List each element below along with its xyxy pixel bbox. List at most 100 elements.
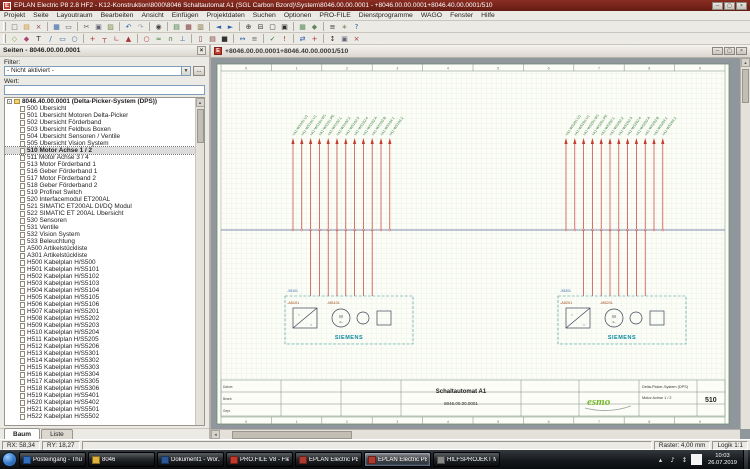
save-icon[interactable]: ▦ (51, 21, 62, 32)
tree-item[interactable]: H505 Kabelplan H/S5105 (5, 294, 195, 301)
shield-icon[interactable]: ∩ (165, 33, 176, 44)
graphic-rect-icon[interactable]: ▭ (57, 33, 68, 44)
menu-item[interactable]: Suchen (249, 11, 280, 20)
tree-item[interactable]: 513 Motor Förderband 1 (5, 161, 195, 168)
next-page-icon[interactable]: ► (225, 21, 236, 32)
canvas-vscrollbar[interactable]: ▲ (740, 58, 750, 429)
zoom-window-icon[interactable]: ▢ (267, 21, 278, 32)
tree-item[interactable]: 530 Sensoren (5, 217, 195, 224)
layer-icon[interactable]: ≡ (249, 33, 260, 44)
tree-item[interactable]: H507 Kabelplan H/S5201 (5, 308, 195, 315)
menu-item[interactable]: Dienstprogramme (355, 11, 417, 20)
grid-icon[interactable]: ▦ (297, 21, 308, 32)
tree-item[interactable]: H509 Kabelplan H/S5203 (5, 322, 195, 329)
tree-item[interactable]: H503 Kabelplan H/S5103 (5, 280, 195, 287)
taskbar-button-thunderbird[interactable]: Posteingang - Thu... (19, 452, 86, 467)
tree-item[interactable]: H508 Kabelplan H/S5202 (5, 315, 195, 322)
tree-item[interactable]: H512 Kabelplan H/S5206 (5, 343, 195, 350)
tree-item[interactable]: 500 Übersicht (5, 105, 195, 112)
tree-item[interactable]: 511 Motor Achse 3 / 4 (5, 154, 195, 161)
check-project-icon[interactable]: ✓ (267, 33, 278, 44)
doc-minimize-button[interactable]: ─ (712, 47, 723, 55)
copy-icon[interactable]: ▣ (93, 21, 104, 32)
zoom-out-icon[interactable]: ⊟ (255, 21, 266, 32)
minimize-button[interactable]: ─ (712, 2, 723, 10)
tree-item[interactable]: H502 Kabelplan H/S5102 (5, 273, 195, 280)
settings-icon[interactable]: ∗ (339, 21, 350, 32)
graphic-line-icon[interactable]: / (45, 33, 56, 44)
volume-icon[interactable]: ♪ (667, 454, 678, 465)
menu-item[interactable]: PRO-FILE (315, 11, 354, 20)
tree-item[interactable]: 504 Übersicht Sensoren / Ventile (5, 133, 195, 140)
messages-icon[interactable]: ! (279, 33, 290, 44)
paste-icon[interactable]: ▨ (105, 21, 116, 32)
filter-more-button[interactable]: ... (193, 66, 205, 76)
tree-item[interactable]: H520 Kabelplan H/S5402 (5, 399, 195, 406)
taskbar-button-profile[interactable]: PRO.FILE V8 - Flex... (226, 452, 293, 467)
menu-item[interactable]: Ansicht (137, 11, 167, 20)
menu-item[interactable]: Optionen (280, 11, 316, 20)
graphic-circle-icon[interactable]: ○ (69, 33, 80, 44)
tree-item[interactable]: H513 Kabelplan H/S5301 (5, 350, 195, 357)
close-page-icon[interactable]: × (33, 21, 44, 32)
window-macro-icon[interactable]: ◆ (21, 33, 32, 44)
doc-close-button[interactable]: × (736, 47, 747, 55)
tree-item[interactable]: H518 Kabelplan H/S5306 (5, 385, 195, 392)
properties-icon[interactable]: ≡ (327, 21, 338, 32)
text-icon[interactable]: T (33, 33, 44, 44)
start-button[interactable] (2, 452, 17, 467)
delete-icon[interactable]: × (351, 33, 362, 44)
corner-icon[interactable]: ∟ (111, 33, 122, 44)
move-icon[interactable]: ↕ (327, 33, 338, 44)
menu-item[interactable]: Bearbeiten (97, 11, 138, 20)
tree-item[interactable]: H500 Kabelplan H/S500 (5, 259, 195, 266)
tree-item[interactable]: H514 Kabelplan H/S5302 (5, 357, 195, 364)
schematic-canvas[interactable]: 00112233445566778899 =A1-W5101:U1=A1-W51… (211, 58, 750, 439)
tree-item[interactable]: H501 Kabelplan H/S5101 (5, 266, 195, 273)
tree-item[interactable]: 502 Übersicht Förderband (5, 119, 195, 126)
scroll-thumb[interactable] (197, 109, 204, 143)
scroll-thumb[interactable] (232, 431, 352, 439)
tree-item[interactable]: 532 Vision System (5, 231, 195, 238)
tree-item[interactable]: 516 Geber Förderband 1 (5, 168, 195, 175)
filter-select[interactable]: - Nicht aktiviert - ▼ (4, 66, 191, 76)
tree-item[interactable]: 520 Interfacemodul ET200AL (5, 196, 195, 203)
tree-item[interactable]: 510 Motor Achse 1 / 2 (5, 147, 195, 154)
taskbar-button-eplan-1[interactable]: EPLAN Electric P8... (295, 452, 362, 467)
tree-item[interactable]: H506 Kabelplan H/S5106 (5, 301, 195, 308)
tree-item[interactable]: 517 Motor Förderband 2 (5, 175, 195, 182)
collapse-icon[interactable]: - (7, 99, 12, 104)
tree-item[interactable]: A500 Artikelstückliste (5, 245, 195, 252)
network-icon[interactable]: ↕ (679, 454, 690, 465)
redo-icon[interactable]: ↷ (135, 21, 146, 32)
taskbar-clock[interactable]: 10:03 26.07.2019 (705, 453, 740, 466)
tray-app-icon[interactable] (691, 454, 702, 465)
menu-item[interactable]: Layoutraum (53, 11, 97, 20)
menu-item[interactable]: Seite (29, 11, 53, 20)
cut-icon[interactable]: ✂ (81, 21, 92, 32)
scroll-thumb[interactable] (742, 69, 749, 103)
taskbar-button-hilfsprojekt[interactable]: HILFSPROJEKT ME... (433, 452, 500, 467)
menu-item[interactable]: WAGO (417, 11, 446, 20)
menu-item[interactable]: Einfügen (168, 11, 203, 20)
tree-item[interactable]: 522 SIMATIC ET 200AL Übersicht (5, 210, 195, 217)
taskbar-button-word[interactable]: Dokument1 - Wor... (157, 452, 224, 467)
tree-root-item[interactable]: - 8046.40.00.0001 (Delta-Picker-System (… (5, 98, 195, 105)
tree-item[interactable]: H515 Kabelplan H/S5303 (5, 364, 195, 371)
help-icon[interactable]: ? (351, 21, 362, 32)
close-button[interactable]: × (736, 2, 747, 10)
parts-navigator-icon[interactable]: ▥ (195, 21, 206, 32)
maximize-button[interactable]: ▢ (724, 2, 735, 10)
document-tab-title[interactable]: +8046.00.00.0001+8046.40.00.0001/510 (225, 48, 709, 55)
black-box-icon[interactable]: ■ (219, 33, 230, 44)
tree-item[interactable]: 519 Profinet Switch (5, 189, 195, 196)
open-project-icon[interactable]: ▤ (21, 21, 32, 32)
menu-item[interactable]: Projektdaten (203, 11, 249, 20)
show-desktop-button[interactable] (743, 450, 748, 469)
tree-item[interactable]: H521 Kabelplan H/S5501 (5, 406, 195, 413)
panel-tab[interactable]: Baum (4, 428, 40, 439)
tree-item[interactable]: H522 Kabelplan H/S5502 (5, 413, 195, 420)
tree-item[interactable]: 531 Ventile (5, 224, 195, 231)
panel-tab[interactable]: Liste (41, 429, 73, 439)
scroll-up-icon[interactable]: ▲ (741, 58, 750, 67)
